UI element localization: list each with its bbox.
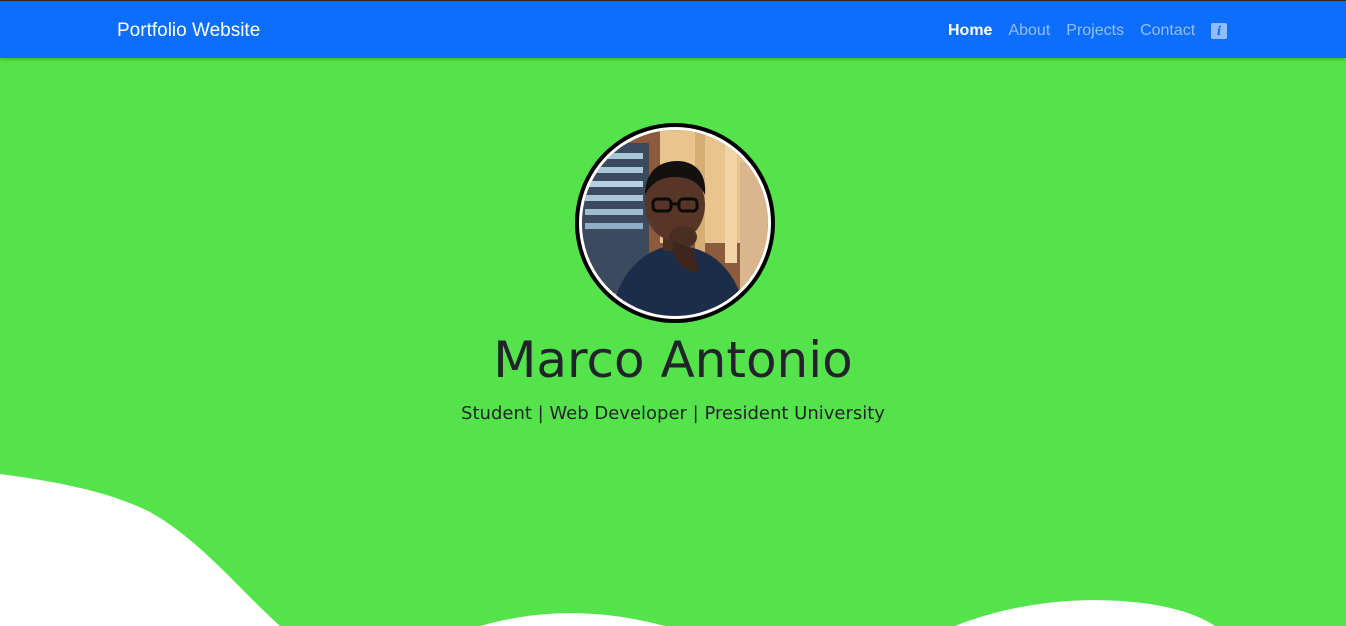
- nav-link-about[interactable]: About: [1000, 19, 1058, 43]
- nav-link-contact[interactable]: Contact: [1132, 19, 1203, 43]
- profile-photo: [575, 123, 775, 323]
- nav-links: Home About Projects Contact i: [940, 19, 1228, 43]
- nav-link-projects[interactable]: Projects: [1058, 19, 1132, 43]
- hero-name: Marco Antonio: [493, 331, 853, 389]
- navbar-brand[interactable]: Portfolio Website: [117, 19, 260, 43]
- nav-link-home[interactable]: Home: [940, 19, 1000, 43]
- page: Portfolio Website Home About Projects Co…: [0, 0, 1346, 626]
- navbar: Portfolio Website Home About Projects Co…: [0, 1, 1346, 58]
- info-icon[interactable]: i: [1211, 23, 1228, 39]
- hero-subtitle: Student | Web Developer | President Univ…: [461, 403, 885, 424]
